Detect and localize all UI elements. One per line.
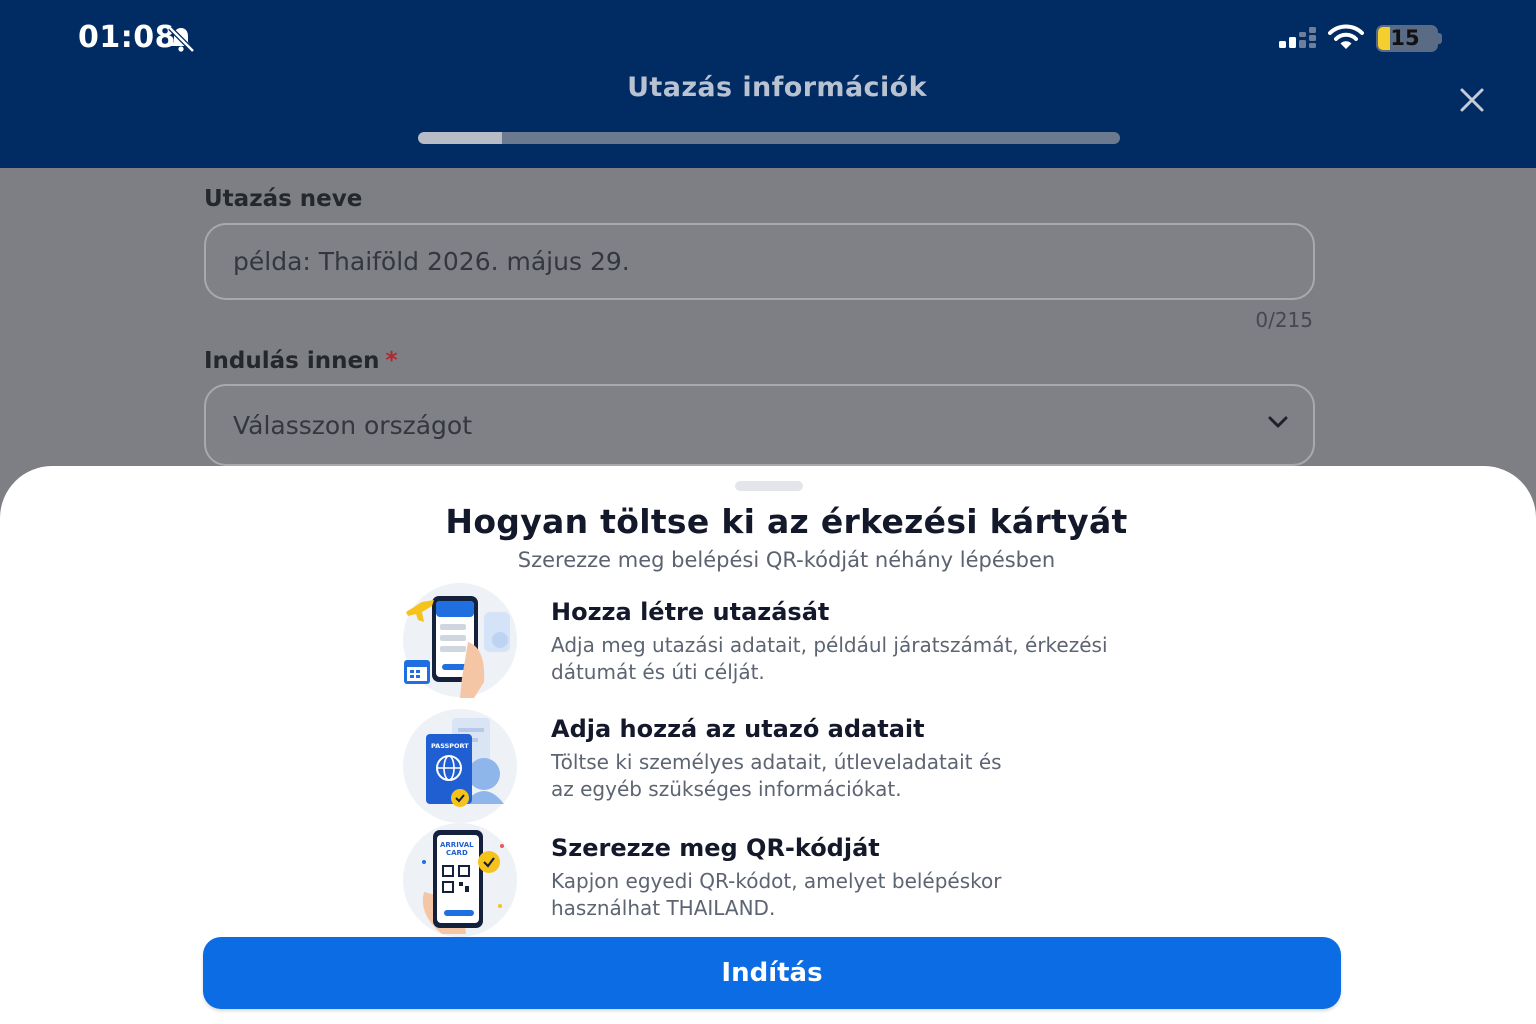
departure-country-select[interactable]: Válasszon országot <box>204 384 1315 466</box>
step-2-desc-line-1: Töltse ki személyes adatait, útleveladat… <box>551 750 1002 774</box>
step-3-title: Szerezze meg QR-kódját <box>551 834 880 862</box>
battery-level: 15 <box>1390 26 1420 50</box>
progress-bar-fill <box>418 132 503 144</box>
step-1-desc: Adja meg utazási adatait, például járats… <box>551 632 1131 686</box>
app-header: 01:08 15 Utazás információk <box>0 0 1536 168</box>
step-2-title: Adja hozzá az utazó adatait <box>551 715 925 743</box>
trip-name-placeholder: példa: Thaiföld 2026. május 29. <box>233 247 630 276</box>
bell-off-icon <box>168 26 195 53</box>
step-2-desc: Töltse ki személyes adatait, útleveladat… <box>551 749 1131 803</box>
step-3-desc-line-2: használhat THAILAND. <box>551 896 776 920</box>
arrival-illustration-text: ARRIVAL <box>440 841 474 849</box>
step-1-desc-line-2: dátumát és úti célját. <box>551 660 765 684</box>
chevron-down-icon <box>1268 416 1288 428</box>
step-1-title: Hozza létre utazását <box>551 598 830 626</box>
passport-icon: PASSPORT <box>403 709 517 823</box>
required-mark: * <box>385 348 398 374</box>
phone-trip-icon <box>403 583 517 698</box>
trip-name-counter: 0/215 <box>1255 308 1313 332</box>
passport-illustration-text: PASSPORT <box>431 742 469 750</box>
qr-code-phone-icon: ARRIVAL CARD <box>403 823 517 937</box>
page-title: Utazás információk <box>627 72 927 103</box>
sheet-drag-handle[interactable] <box>735 481 803 491</box>
departure-placeholder: Válasszon országot <box>233 410 473 440</box>
trip-name-input[interactable]: példa: Thaiföld 2026. május 29. <box>204 223 1315 300</box>
wifi-icon <box>1328 24 1364 49</box>
step-1-desc-line-1: Adja meg utazási adatait, például járats… <box>551 633 1108 657</box>
card-illustration-text: CARD <box>446 849 468 857</box>
battery-nub <box>1438 33 1442 44</box>
battery-icon: 15 <box>1376 25 1438 52</box>
departure-label: Indulás innen * <box>204 348 398 374</box>
sheet-title: Hogyan töltse ki az érkezési kártyát <box>445 502 1128 541</box>
trip-name-label: Utazás neve <box>204 186 363 212</box>
step-3-desc: Kapjon egyedi QR-kódot, amelyet belépésk… <box>551 868 1131 922</box>
step-3-desc-line-1: Kapjon egyedi QR-kódot, amelyet belépésk… <box>551 869 1002 893</box>
sheet-subtitle: Szerezze meg belépési QR-kódját néhány l… <box>517 548 1056 572</box>
progress-bar <box>418 132 1120 144</box>
cellular-signal-icon <box>1279 27 1316 48</box>
start-button[interactable]: Indítás <box>203 937 1341 1009</box>
status-time: 01:08 <box>78 20 176 55</box>
close-icon[interactable] <box>1458 86 1486 114</box>
step-2-desc-line-2: az egyéb szükséges információkat. <box>551 777 902 801</box>
departure-label-text: Indulás innen <box>204 348 380 374</box>
